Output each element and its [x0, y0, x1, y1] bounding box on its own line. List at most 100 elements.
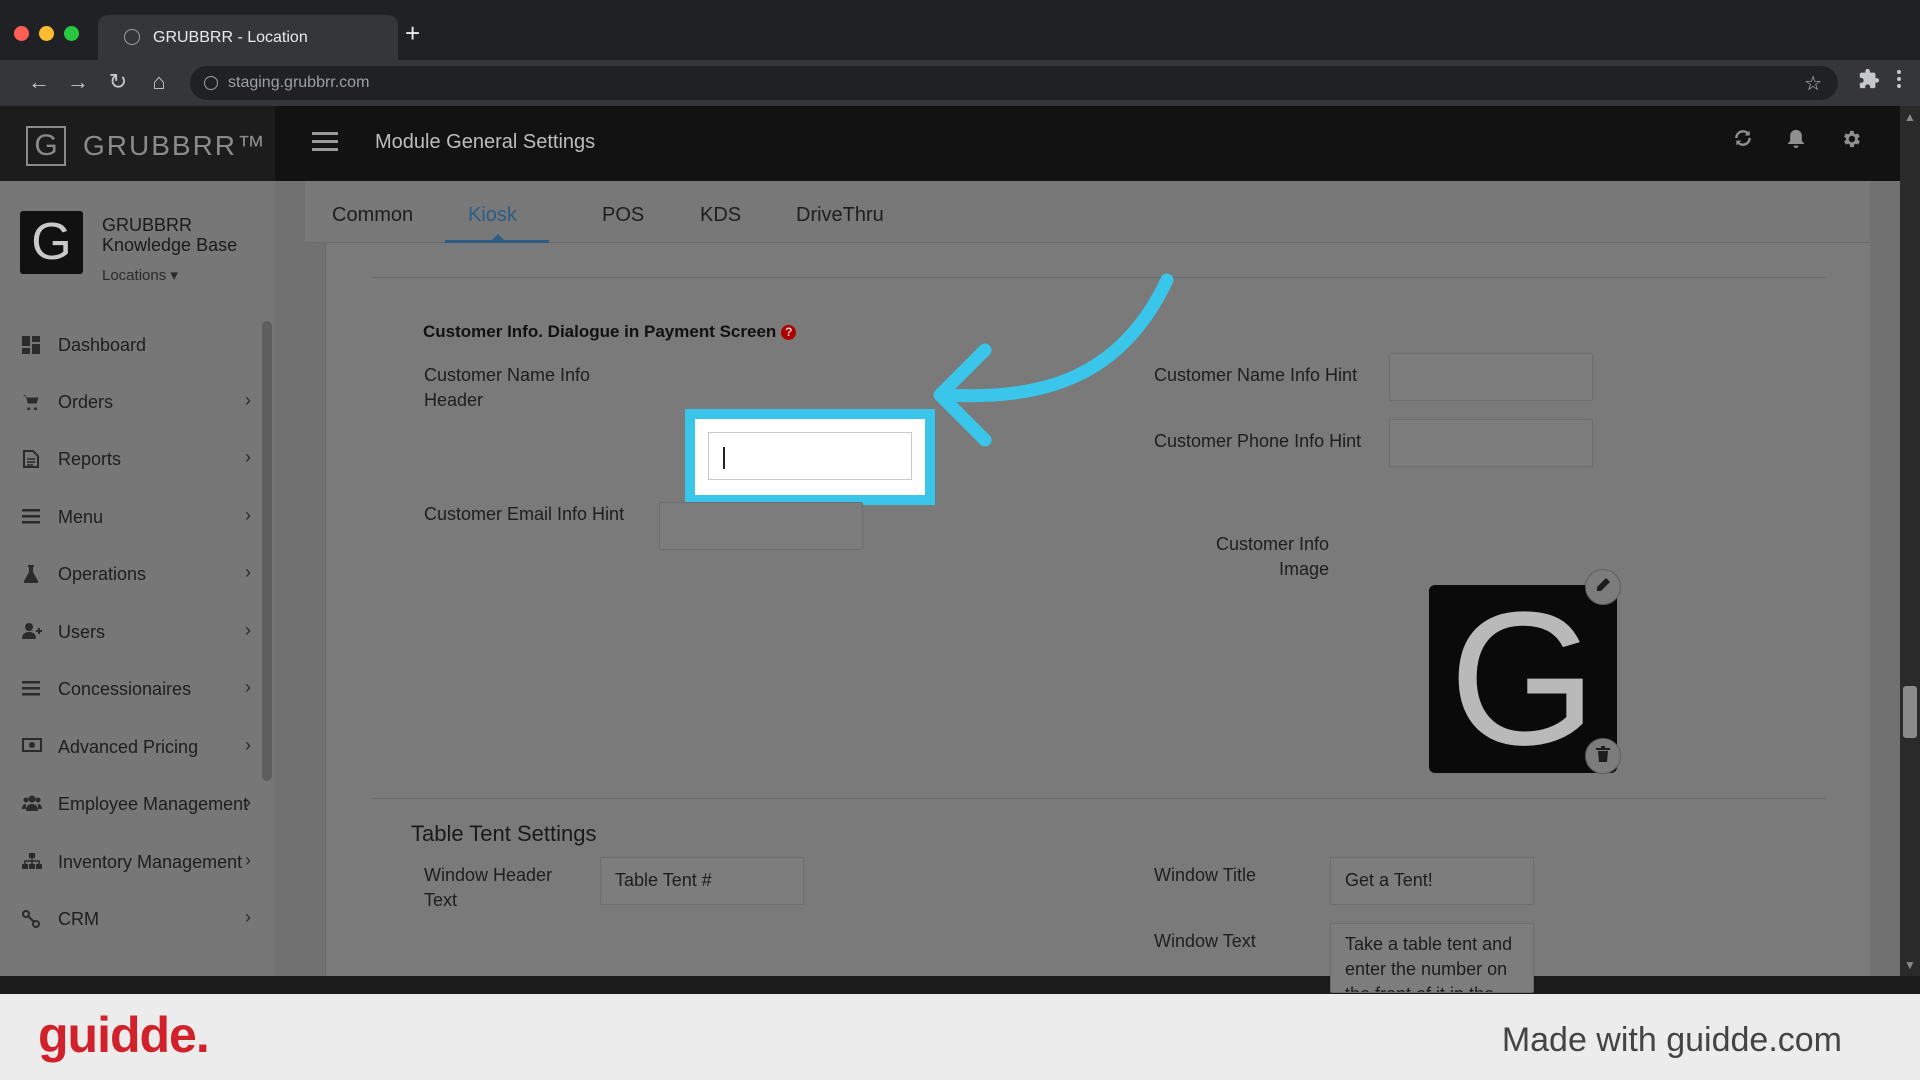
browser-toolbar: ← → ↻ ⌂ staging.grubbrr.com ☆: [0, 60, 1920, 106]
scroll-up-icon[interactable]: ▲: [1904, 110, 1916, 124]
settings-panel: Customer Info. Dialogue in Payment Scree…: [325, 243, 1870, 993]
money-icon: [22, 738, 42, 756]
bookmark-star-icon[interactable]: ☆: [1804, 71, 1822, 96]
customer-email-hint-label: Customer Email Info Hint: [424, 504, 625, 524]
app-header: G GRUBBRR™ Module General Settings: [0, 106, 1900, 181]
window-text-label: Window Text: [1154, 931, 1256, 951]
browser-menu-icon[interactable]: [1896, 68, 1902, 98]
cart-icon: [22, 393, 40, 411]
user-plus-icon: [22, 623, 42, 641]
chevron-right-icon: ›: [245, 390, 251, 410]
sidebar-item-operations[interactable]: Operations ›: [0, 555, 265, 595]
tab-pos[interactable]: POS: [602, 204, 644, 227]
new-tab-button[interactable]: +: [405, 20, 420, 46]
customer-name-hint-input[interactable]: [1389, 353, 1593, 401]
module-tabs: Common Kiosk POS KDS DriveThru: [305, 181, 1870, 243]
chevron-right-icon: ›: [245, 792, 251, 812]
brand-g-mark: G: [26, 126, 66, 166]
extensions-puzzle-icon[interactable]: [1858, 68, 1880, 98]
sitemap-icon: [22, 853, 42, 871]
forward-button[interactable]: →: [63, 68, 93, 96]
list-icon: [22, 508, 40, 526]
sidebar-item-orders[interactable]: Orders ›: [0, 383, 265, 423]
scroll-down-icon[interactable]: ▼: [1904, 958, 1916, 972]
page-title: Module General Settings: [375, 131, 596, 153]
divider: [371, 798, 1826, 799]
made-with-text: Made with guidde.com: [1501, 1021, 1842, 1059]
address-bar[interactable]: staging.grubbrr.com ☆: [190, 66, 1838, 100]
customer-name-header-input[interactable]: [708, 432, 912, 480]
brand-logo[interactable]: G GRUBBRR™: [0, 106, 275, 181]
locations-dropdown[interactable]: Locations ▾: [102, 266, 178, 284]
list-icon: [22, 680, 40, 698]
browser-tab-title: GRUBBRR - Location: [153, 29, 308, 46]
site-info-icon[interactable]: [204, 76, 218, 90]
org-avatar: G: [20, 211, 83, 274]
customer-name-header-label: Customer Name Info Header: [424, 365, 591, 410]
browser-tab-strip: GRUBBRR - Location +: [0, 0, 1920, 60]
active-tab-caret: [491, 234, 505, 241]
users-icon: [22, 795, 42, 813]
sidebar-item-dashboard[interactable]: Dashboard: [0, 326, 265, 366]
divider: [371, 277, 1826, 278]
tab-kds[interactable]: KDS: [700, 204, 741, 227]
sidebar-item-reports[interactable]: Reports ›: [0, 440, 265, 480]
customer-info-section-title: Customer Info. Dialogue in Payment Scree…: [423, 322, 797, 342]
sidebar-item-label: Employee Management: [58, 794, 249, 814]
dashboard-icon: [22, 336, 40, 354]
sidebar-item-advanced-pricing[interactable]: Advanced Pricing ›: [0, 728, 265, 768]
sidebar-item-crm[interactable]: CRM ›: [0, 900, 265, 940]
sidebar-item-menu[interactable]: Menu ›: [0, 498, 265, 538]
tab-drivethru[interactable]: DriveThru: [796, 204, 884, 227]
bell-icon[interactable]: [1786, 128, 1806, 156]
guidde-logo: guidde.: [38, 1007, 210, 1063]
tab-common[interactable]: Common: [332, 204, 413, 227]
report-icon: [22, 450, 40, 468]
org-name: GRUBBRR Knowledge Base: [102, 215, 238, 255]
chevron-right-icon: ›: [245, 505, 251, 525]
sidebar-item-employee-management[interactable]: Employee Management ›: [0, 785, 265, 825]
window-header-text-label: Window Header Text: [424, 865, 553, 910]
page-scrollbar[interactable]: ▲ ▼: [1900, 106, 1920, 976]
refresh-icon[interactable]: [1733, 128, 1753, 154]
window-title-input[interactable]: Get a Tent!: [1330, 857, 1534, 905]
browser-tab[interactable]: GRUBBRR - Location: [98, 15, 398, 60]
window-title-label: Window Title: [1154, 865, 1257, 885]
sidebar-item-label: Menu: [58, 507, 104, 527]
customer-phone-hint-input[interactable]: [1389, 419, 1593, 467]
sidebar-item-label: Dashboard: [58, 335, 147, 355]
close-window-button[interactable]: [14, 26, 29, 41]
sidebar-item-label: Operations: [58, 564, 147, 584]
chevron-right-icon: ›: [245, 677, 251, 697]
sidebar-scrollbar[interactable]: [262, 321, 272, 781]
sidebar-item-concessionaires[interactable]: Concessionaires ›: [0, 670, 265, 710]
guidde-footer: guidde. Made with guidde.com: [0, 994, 1920, 1080]
settings-gear-icon[interactable]: [1840, 128, 1862, 156]
delete-trash-icon[interactable]: [1585, 738, 1621, 774]
minimize-window-button[interactable]: [39, 26, 54, 41]
sidebar-item-label: Advanced Pricing: [58, 737, 199, 757]
sidebar: G GRUBBRR Knowledge Base Locations ▾ Das…: [0, 181, 275, 976]
globe-icon: [124, 29, 140, 45]
back-button[interactable]: ←: [24, 68, 54, 96]
edit-pencil-icon[interactable]: [1585, 569, 1621, 605]
tab-kiosk[interactable]: Kiosk: [468, 204, 517, 227]
maximize-window-button[interactable]: [64, 26, 79, 41]
chevron-right-icon: ›: [245, 620, 251, 640]
sidebar-item-users[interactable]: Users ›: [0, 613, 265, 653]
flask-icon: [22, 565, 40, 583]
scrollbar-thumb[interactable]: [1903, 686, 1917, 738]
sidebar-item-inventory-management[interactable]: Inventory Management ›: [0, 843, 265, 883]
customer-email-hint-input[interactable]: [659, 502, 863, 550]
home-button[interactable]: ⌂: [144, 68, 174, 96]
customer-phone-hint-label: Customer Phone Info Hint: [1154, 431, 1362, 451]
help-icon[interactable]: ?: [781, 325, 797, 340]
window-header-text-input[interactable]: Table Tent #: [600, 857, 804, 905]
brand-name: GRUBBRR™: [83, 130, 268, 161]
chevron-right-icon: ›: [245, 850, 251, 870]
chevron-right-icon: ›: [245, 735, 251, 755]
sidebar-item-label: Inventory Management: [58, 852, 243, 872]
hamburger-menu-icon[interactable]: [312, 132, 338, 156]
reload-button[interactable]: ↻: [103, 68, 133, 96]
window-text-textarea[interactable]: Take a table tent and enter the number o…: [1330, 923, 1534, 993]
